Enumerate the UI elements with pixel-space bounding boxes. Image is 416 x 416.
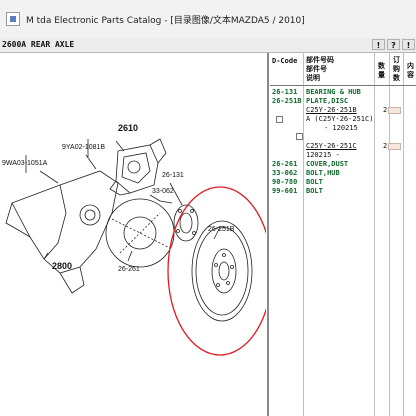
header-order-3: 数 (393, 74, 400, 82)
toolbar-button-3[interactable]: ! (402, 39, 415, 50)
diagram-drawing: 2610 9YA02-1081B 9WA03-1051A 26-131 33-0… (2, 123, 266, 356)
brake-disc (191, 220, 253, 322)
highlight-ellipse (167, 186, 266, 356)
sub-date-1: - 120215 (324, 124, 358, 132)
part-code: 90-780 (272, 178, 298, 186)
sub-qty-2: 2 (383, 142, 388, 150)
part-desc: BOLT (306, 187, 323, 195)
order-qty-input-2[interactable] (388, 143, 401, 150)
sub-alt-1: A (C25Y-26-251C) (306, 115, 374, 123)
callout-33062: 33-062 (152, 188, 174, 195)
callout-26131: 26-131 (162, 172, 184, 179)
sub-date-2: 120215 - (306, 151, 340, 159)
callout-26261: 26-261 (118, 266, 140, 273)
dust-cover (105, 198, 175, 268)
callout-2610: 2610 (118, 123, 138, 133)
hub-bolt (159, 200, 173, 204)
header-qty-2: 量 (378, 71, 385, 79)
title-bar: M tda Electronic Parts Catalog - [目录图像/文… (0, 0, 416, 39)
pane-divider[interactable] (267, 53, 269, 416)
exploded-parts-diagram: 2610 9YA02-1081B 9WA03-1051A 26-131 33-0… (0, 53, 266, 416)
callout-2800: 2800 (52, 261, 72, 271)
callout-26251b: 26-251B (208, 226, 235, 233)
parts-list-panel: D-Code 部件号码 部件号 说明 数 量 订 购 数 内 容 26-131 … (270, 53, 416, 416)
toolbar-button-2[interactable]: ? (387, 39, 400, 50)
part-desc: PLATE,DISC (306, 97, 349, 105)
sub-part-number-1[interactable]: C25Y-26-251B (306, 106, 357, 114)
part-desc: BEARING & HUB (306, 88, 361, 96)
part-code: 26-131 (272, 88, 298, 96)
part-desc: COVER,DUST (306, 160, 349, 168)
part-code: 26-261 (272, 160, 298, 168)
part-code: 26-251B (272, 97, 302, 105)
part-desc: BOLT,HUB (306, 169, 340, 177)
app-icon (6, 12, 20, 26)
part-code: 99-601 (272, 187, 298, 195)
sub-qty-1: 2 (383, 106, 388, 114)
caliper-assembly (109, 138, 167, 196)
callout-9ya02: 9YA02-1081B (62, 144, 105, 151)
axle-knuckle (5, 170, 119, 294)
part-code: 33-062 (272, 169, 298, 177)
assembly-label: 2600A REAR AXLE (2, 40, 75, 49)
toolbar-button-1[interactable]: ! (372, 39, 385, 50)
sub-part-number-2[interactable]: C25Y-26-251C (306, 142, 357, 150)
order-qty-input-1[interactable] (388, 107, 401, 114)
callout-9wa03: 9WA03-1051A (2, 160, 48, 167)
select-checkbox-2[interactable] (296, 133, 303, 140)
select-checkbox-1[interactable] (276, 116, 283, 123)
header-extra-2: 容 (407, 71, 414, 79)
window-title: M tda Electronic Parts Catalog - [目录图像/文… (26, 16, 305, 26)
part-desc: BOLT (306, 178, 323, 186)
